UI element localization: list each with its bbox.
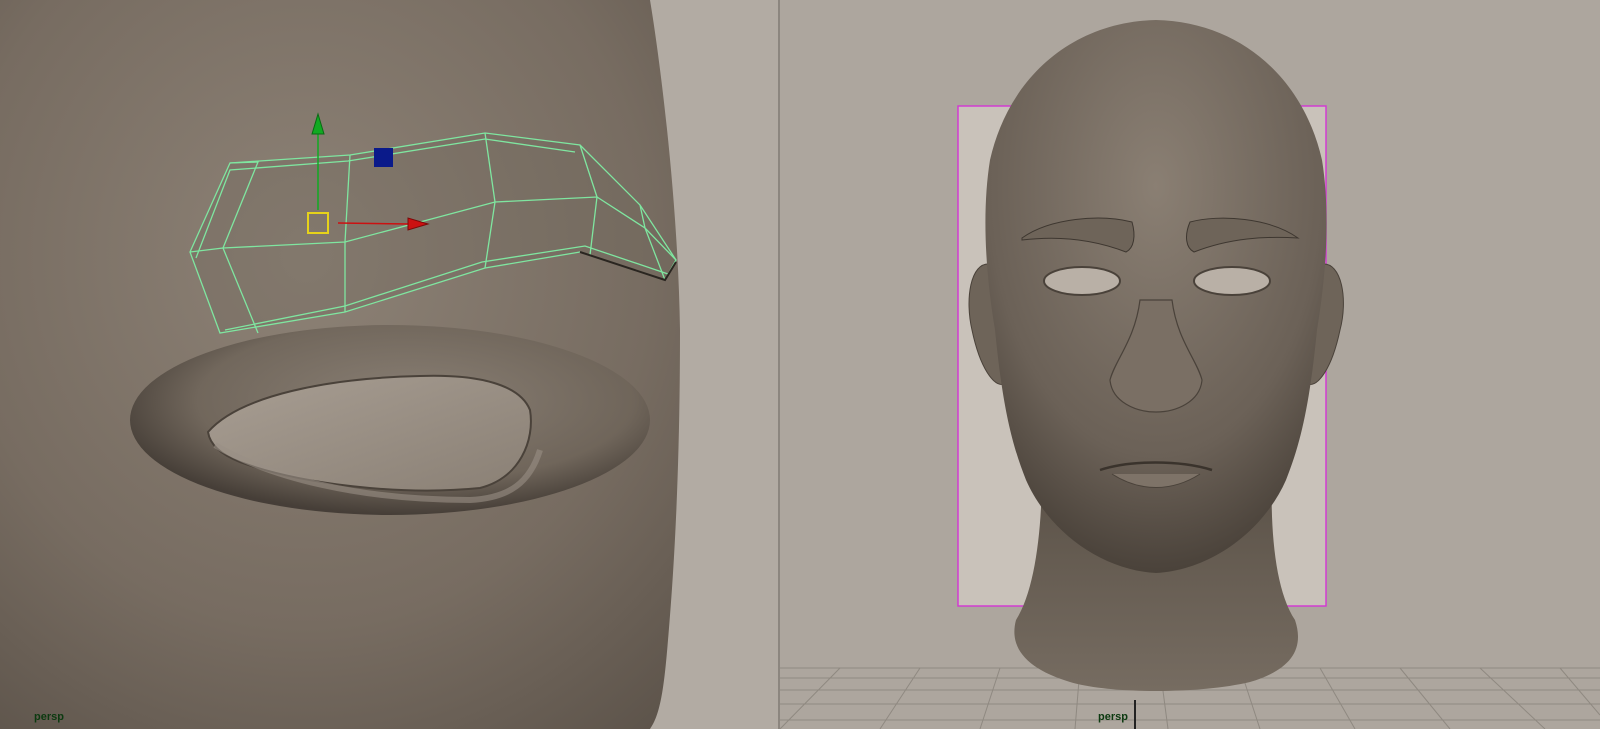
manip-z-handle[interactable] [374,148,393,167]
left-eye-opening [1043,266,1121,296]
viewport-right-canvas[interactable] [780,0,1600,729]
viewport-left-canvas[interactable] [0,0,780,729]
camera-label-left: persp [34,711,64,723]
right-eye-opening [1193,266,1271,296]
viewport-panel-area: persp persp [0,0,1600,729]
manip-x-axis[interactable] [337,222,411,225]
camera-label-right: persp [1098,711,1128,723]
perspective-viewport-left[interactable]: persp [0,0,780,729]
head-mesh[interactable] [985,20,1327,573]
perspective-viewport-right[interactable]: persp [780,0,1600,729]
